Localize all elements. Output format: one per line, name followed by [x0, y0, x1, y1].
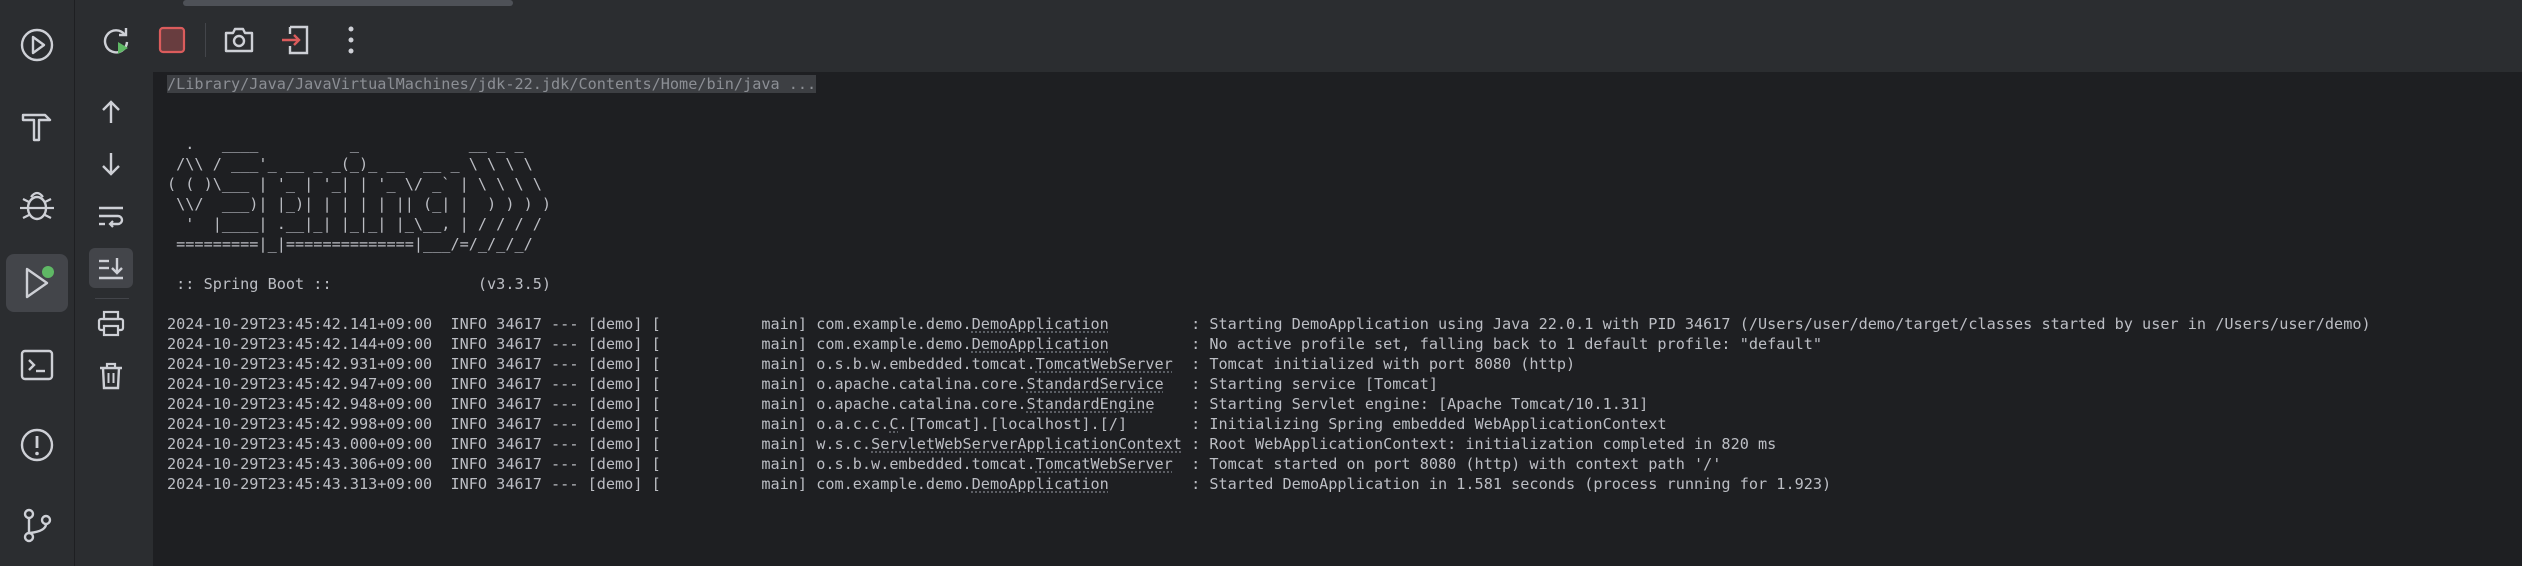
- logger-class-link[interactable]: StandardService: [1027, 375, 1164, 393]
- log-line: 2024-10-29T23:45:42.998+09:00 INFO 34617…: [167, 415, 1667, 433]
- log-prefix: 2024-10-29T23:45:42.931+09:00 INFO 34617…: [167, 355, 1036, 373]
- console-side-toolbar: [75, 76, 153, 566]
- side-toolbar-separator: [95, 298, 129, 299]
- log-prefix: 2024-10-29T23:45:42.144+09:00 INFO 34617…: [167, 335, 972, 353]
- log-line: 2024-10-29T23:45:42.144+09:00 INFO 34617…: [167, 335, 1822, 353]
- log-line: 2024-10-29T23:45:43.313+09:00 INFO 34617…: [167, 475, 1831, 493]
- terminal-icon: [20, 349, 54, 381]
- clear-all-button[interactable]: [89, 356, 133, 396]
- log-line: 2024-10-29T23:45:42.931+09:00 INFO 34617…: [167, 355, 1575, 373]
- log-prefix: 2024-10-29T23:45:42.947+09:00 INFO 34617…: [167, 375, 1027, 393]
- banner-line: ( ( )\___ | '_ | '_| | '_ \/ _` | \ \ \ …: [167, 175, 542, 193]
- log-message: : Starting DemoApplication using Java 22…: [1108, 315, 2371, 333]
- log-message: : Starting service [Tomcat]: [1163, 375, 1438, 393]
- screenshot-button[interactable]: [216, 17, 262, 63]
- log-line: 2024-10-29T23:45:43.000+09:00 INFO 34617…: [167, 435, 1776, 453]
- log-line: 2024-10-29T23:45:43.306+09:00 INFO 34617…: [167, 455, 1721, 473]
- log-message: : Tomcat initialized with port 8080 (htt…: [1172, 355, 1576, 373]
- rerun-button[interactable]: [93, 17, 139, 63]
- log-message: : Starting Servlet engine: [Apache Tomca…: [1154, 395, 1649, 413]
- git-icon: [23, 508, 52, 543]
- horizontal-scrollbar[interactable]: [75, 0, 2522, 6]
- previous-occurrence-button[interactable]: [89, 92, 133, 132]
- log-prefix: 2024-10-29T23:45:43.313+09:00 INFO 34617…: [167, 475, 972, 493]
- logger-class-link[interactable]: TomcatWebServer: [1036, 355, 1173, 373]
- log-prefix: 2024-10-29T23:45:42.998+09:00 INFO 34617…: [167, 415, 890, 433]
- run-debug-widget-button[interactable]: [6, 16, 68, 74]
- exit-icon: [282, 25, 309, 55]
- logger-class-link[interactable]: C: [889, 415, 898, 433]
- arrow-up-icon: [102, 100, 120, 123]
- arrow-down-icon: [102, 153, 120, 176]
- tool-window-strip: [0, 0, 75, 566]
- screenshot-icon: [224, 27, 254, 53]
- stop-icon: [158, 26, 186, 54]
- problems-icon: [20, 428, 54, 462]
- scroll-to-end-button[interactable]: [89, 248, 133, 288]
- logger-class-link[interactable]: DemoApplication: [972, 475, 1109, 493]
- print-icon: [97, 310, 125, 337]
- log-message: .[Tomcat].[localhost].[/] : Initializing…: [898, 415, 1667, 433]
- log-line: 2024-10-29T23:45:42.948+09:00 INFO 34617…: [167, 395, 1648, 413]
- logger-class-link[interactable]: DemoApplication: [972, 315, 1109, 333]
- problems-button[interactable]: [6, 416, 68, 474]
- git-button[interactable]: [6, 496, 68, 554]
- banner-line: ' |____| .__|_| |_|_| |_\__, | / / / /: [167, 215, 542, 233]
- build-hammer-icon: [21, 113, 52, 142]
- more-vertical-icon: [348, 26, 354, 54]
- log-prefix: 2024-10-29T23:45:43.306+09:00 INFO 34617…: [167, 455, 1036, 473]
- log-prefix: 2024-10-29T23:45:42.141+09:00 INFO 34617…: [167, 315, 972, 333]
- banner-line: \\/ ___)| |_)| | | | | || (_| | ) ) ) ): [167, 195, 552, 213]
- banner-line: =========|_|==============|___/=/_/_/_/: [167, 235, 533, 253]
- log-lines: 2024-10-29T23:45:42.141+09:00 INFO 34617…: [167, 315, 2371, 493]
- build-button[interactable]: [6, 96, 68, 154]
- more-options-button[interactable]: [328, 17, 374, 63]
- rerun-icon: [103, 28, 129, 54]
- run-play-icon: [25, 266, 54, 299]
- scroll-to-end-icon: [99, 258, 123, 280]
- log-message: : Tomcat started on port 8080 (http) wit…: [1172, 455, 1722, 473]
- soft-wrap-button[interactable]: [89, 196, 133, 236]
- toolbar-separator: [205, 23, 206, 57]
- log-message: : No active profile set, falling back to…: [1108, 335, 1823, 353]
- log-line: 2024-10-29T23:45:42.141+09:00 INFO 34617…: [167, 315, 2371, 333]
- command-line[interactable]: /Library/Java/JavaVirtualMachines/jdk-22…: [167, 75, 817, 93]
- run-toolbar: [75, 8, 2522, 72]
- banner-line: /\\ / ___'_ __ _ _(_)_ __ __ _ \ \ \ \: [167, 155, 533, 173]
- run-debug-widget-icon: [20, 28, 54, 62]
- run-tool-window-button[interactable]: [6, 254, 68, 312]
- console-text: /Library/Java/JavaVirtualMachines/jdk-22…: [167, 74, 2371, 494]
- run-panel: /Library/Java/JavaVirtualMachines/jdk-22…: [75, 0, 2522, 566]
- scrollbar-thumb[interactable]: [183, 0, 513, 6]
- stop-button[interactable]: [149, 17, 195, 63]
- log-message: : Root WebApplicationContext: initializa…: [1181, 435, 1777, 453]
- logger-class-link[interactable]: StandardEngine: [1027, 395, 1155, 413]
- log-line: 2024-10-29T23:45:42.947+09:00 INFO 34617…: [167, 375, 1438, 393]
- banner-line: . ____ _ __ _ _: [167, 135, 524, 153]
- next-occurrence-button[interactable]: [89, 144, 133, 184]
- print-button[interactable]: [89, 304, 133, 344]
- soft-wrap-icon: [99, 206, 124, 228]
- trash-icon: [100, 362, 122, 390]
- logger-class-link[interactable]: DemoApplication: [972, 335, 1109, 353]
- debug-button[interactable]: [6, 176, 68, 234]
- log-prefix: 2024-10-29T23:45:42.948+09:00 INFO 34617…: [167, 395, 1027, 413]
- debug-bug-icon: [20, 191, 54, 221]
- spring-banner: . ____ _ __ _ _ /\\ / ___'_ __ _ _(_)_ _…: [167, 135, 551, 253]
- logger-class-link[interactable]: ServletWebServerApplicationContext: [871, 435, 1182, 453]
- log-message: : Started DemoApplication in 1.581 secon…: [1108, 475, 1832, 493]
- spring-boot-version: :: Spring Boot :: (v3.3.5): [167, 275, 552, 293]
- terminal-button[interactable]: [6, 336, 68, 394]
- exit-button[interactable]: [272, 17, 318, 63]
- logger-class-link[interactable]: TomcatWebServer: [1036, 455, 1173, 473]
- log-prefix: 2024-10-29T23:45:43.000+09:00 INFO 34617…: [167, 435, 872, 453]
- console-output[interactable]: /Library/Java/JavaVirtualMachines/jdk-22…: [153, 72, 2522, 566]
